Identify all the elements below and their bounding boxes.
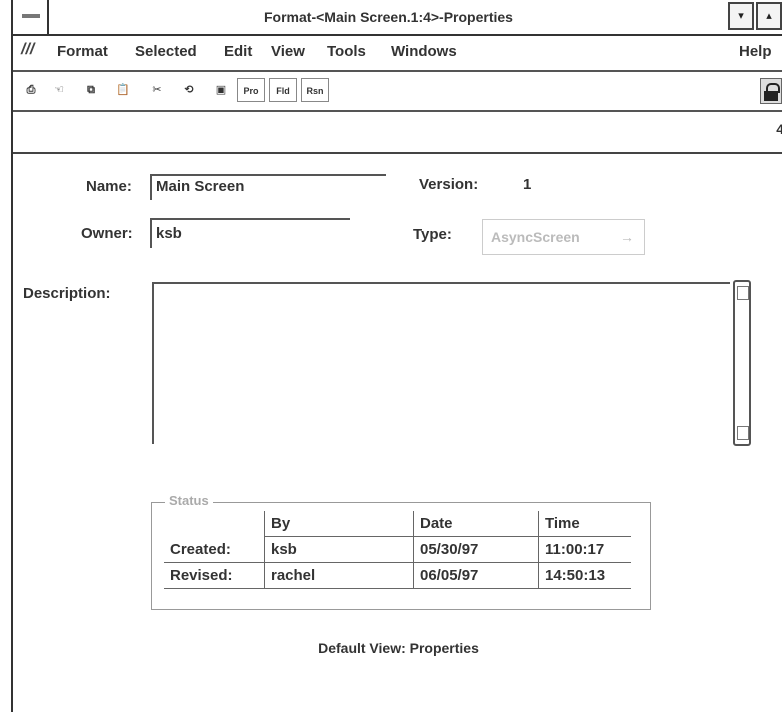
save-icon[interactable]: ▣ [209, 78, 233, 102]
menu-edit[interactable]: Edit [224, 43, 252, 60]
maximize-button[interactable]: ▴ [756, 2, 782, 30]
menu-view[interactable]: View [271, 43, 305, 60]
system-menu-button[interactable] [13, 0, 49, 34]
pointer-icon[interactable]: ☜ [47, 78, 71, 102]
title-bar[interactable]: Format-<Main Screen.1:4>-Properties ▾ ▴ [13, 0, 782, 36]
owner-input[interactable]: ksb [156, 225, 182, 242]
owner-field-border [150, 218, 152, 248]
row-label: Created: [164, 536, 265, 563]
rsn-button[interactable]: Rsn [301, 78, 329, 102]
toolbar: ⎙ ☜ ⧉ 📋 ✂ ⟲ ▣ Pro Fld Rsn [13, 72, 782, 112]
row-time: 14:50:13 [538, 562, 631, 589]
status-col-blank [164, 511, 265, 537]
refresh-icon[interactable]: ⟲ [177, 78, 201, 102]
status-col-time: Time [538, 511, 631, 537]
minimize-button[interactable]: ▾ [728, 2, 754, 30]
row-label: Revised: [164, 562, 265, 589]
status-table: By Date Time Created: ksb 05/30/97 11:00… [164, 511, 631, 589]
row-by: rachel [264, 562, 414, 589]
clipboard-icon[interactable]: 📋 [111, 78, 135, 102]
menu-bar: /// Format Selected Edit View Tools Wind… [13, 36, 782, 72]
name-field-border [150, 174, 152, 200]
menu-format[interactable]: Format [57, 43, 108, 60]
dropdown-arrow-icon: → [620, 229, 634, 245]
cut-icon[interactable]: ✂ [145, 78, 169, 102]
menu-help[interactable]: Help [739, 43, 772, 60]
description-scrollbar[interactable] [733, 280, 751, 446]
version-label: Version: [419, 176, 479, 193]
table-row: Revised: rachel 06/05/97 14:50:13 [164, 562, 631, 589]
version-value: 1 [523, 176, 532, 193]
scroll-up-icon[interactable] [737, 286, 749, 300]
status-header-row: By Date Time [164, 511, 631, 537]
pro-button[interactable]: Pro [237, 78, 265, 102]
menu-tools[interactable]: Tools [327, 43, 366, 60]
window-title: Format-<Main Screen.1:4>-Properties [264, 9, 513, 25]
name-label: Name: [86, 178, 132, 195]
type-label: Type: [413, 226, 452, 243]
description-label: Description: [23, 285, 111, 302]
status-strip: 4 [13, 112, 782, 154]
lock-icon[interactable] [760, 78, 782, 104]
copy-icon[interactable]: ⧉ [79, 78, 103, 102]
owner-field-top [150, 218, 350, 220]
owner-label: Owner: [81, 225, 133, 242]
menu-windows[interactable]: Windows [391, 43, 457, 60]
app-menu-icon[interactable]: /// [21, 41, 34, 59]
menu-selected[interactable]: Selected [135, 43, 197, 60]
status-col-date: Date [413, 511, 539, 537]
fld-button[interactable]: Fld [269, 78, 297, 102]
type-combo[interactable]: AsyncScreen → [482, 219, 645, 255]
system-menu-icon [22, 14, 40, 18]
name-input[interactable]: Main Screen [156, 178, 244, 195]
row-date: 06/05/97 [413, 562, 539, 589]
type-value: AsyncScreen [491, 229, 580, 245]
status-col-by: By [264, 511, 414, 537]
default-view-label: Default View: Properties [318, 640, 479, 656]
row-time: 11:00:17 [538, 536, 631, 563]
row-by: ksb [264, 536, 414, 563]
table-row: Created: ksb 05/30/97 11:00:17 [164, 536, 631, 563]
strip-number: 4 [776, 121, 782, 137]
properties-window: Format-<Main Screen.1:4>-Properties ▾ ▴ … [11, 0, 782, 712]
description-textarea[interactable] [152, 282, 730, 444]
scroll-down-icon[interactable] [737, 426, 749, 440]
row-date: 05/30/97 [413, 536, 539, 563]
name-field-top [150, 174, 386, 176]
print-icon[interactable]: ⎙ [19, 78, 43, 102]
status-group-label: Status [165, 493, 213, 508]
